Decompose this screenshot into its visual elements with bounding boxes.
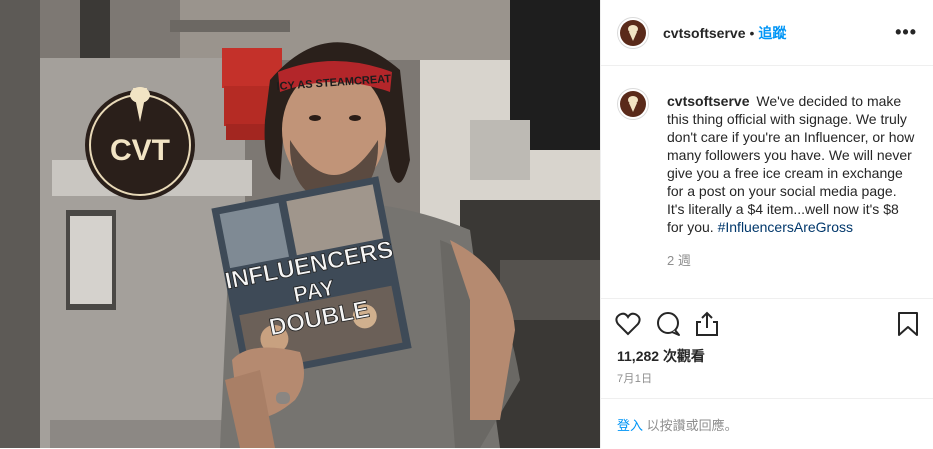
instagram-post: CVT ICY AS STEAMCREAT INFLUENCERS PAY DO… — [0, 0, 933, 448]
more-options-icon[interactable]: ••• — [895, 22, 917, 43]
post-header: cvtsoftserve • 追蹤 ••• — [601, 0, 933, 66]
time-ago[interactable]: 2 週 — [667, 250, 933, 269]
view-count[interactable]: 11,282 次觀看 — [617, 346, 705, 366]
post-date[interactable]: 7月1日 — [617, 370, 652, 386]
caption-text: cvtsoftserve We've decided to make this … — [667, 92, 917, 236]
post-sidebar: cvtsoftserve • 追蹤 ••• cvtsoftserve We've… — [600, 0, 933, 448]
influencers-sign: INFLUENCERS PAY DOUBLE — [211, 176, 412, 381]
share-icon[interactable] — [695, 311, 719, 337]
svg-text:CVT: CVT — [110, 134, 170, 167]
follow-button[interactable]: 追蹤 — [758, 23, 786, 43]
caption-body: We've decided to make this thing officia… — [667, 93, 915, 235]
heart-icon[interactable] — [615, 312, 641, 336]
avatar[interactable] — [617, 16, 649, 49]
post-photo[interactable]: CVT ICY AS STEAMCREAT INFLUENCERS PAY DO… — [0, 0, 600, 448]
login-suffix: 以按讚或回應。 — [643, 418, 738, 433]
login-text: 登入 以按讚或回應。 — [617, 415, 738, 434]
separator-dot: • — [749, 24, 755, 41]
login-prompt: 登入 以按讚或回應。 — [601, 398, 933, 449]
soft-serve-logo-icon — [620, 91, 646, 117]
username-link[interactable]: cvtsoftserve — [663, 25, 746, 41]
hashtag-link[interactable]: #InfluencersAreGross — [718, 219, 853, 235]
caption-comment: cvtsoftserve We've decided to make this … — [601, 66, 933, 236]
caption-username-link[interactable]: cvtsoftserve — [667, 93, 750, 109]
photo-illustration: CVT ICY AS STEAMCREAT INFLUENCERS PAY DO… — [0, 0, 600, 448]
bookmark-icon[interactable] — [897, 311, 919, 337]
soft-serve-logo-icon — [620, 19, 646, 46]
avatar[interactable] — [617, 88, 649, 120]
comment-icon[interactable] — [655, 311, 681, 337]
login-link[interactable]: 登入 — [617, 418, 643, 433]
